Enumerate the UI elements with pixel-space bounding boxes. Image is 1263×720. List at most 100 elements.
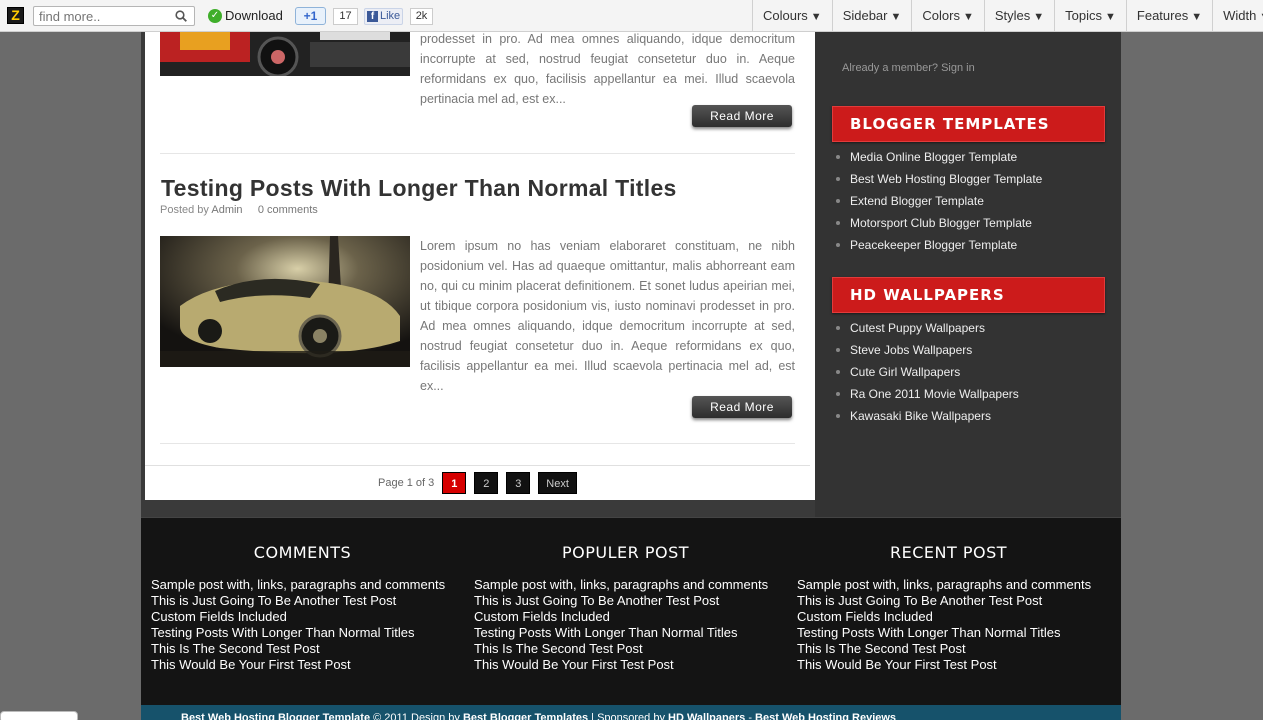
list-item[interactable]: Media Online Blogger Template	[836, 149, 1042, 171]
member-prompt: Already a member? Sign in	[842, 62, 975, 74]
menu-topics[interactable]: Topics ▼	[1054, 0, 1126, 32]
list-item[interactable]: Cute Girl Wallpapers	[836, 364, 1019, 386]
list-item-label: Extend Blogger Template	[850, 194, 984, 208]
footer-link[interactable]: This Is The Second Test Post	[797, 641, 1091, 657]
menu-width[interactable]: Width▼	[1212, 0, 1263, 32]
list-item-label: Ra One 2011 Movie Wallpapers	[850, 387, 1019, 401]
footer-link[interactable]: This Is The Second Test Post	[474, 641, 768, 657]
menu-features[interactable]: Features ▼	[1125, 0, 1212, 32]
post-title[interactable]: Testing Posts With Longer Than Normal Ti…	[161, 175, 677, 202]
separator: -	[748, 712, 752, 720]
bullet-icon	[836, 414, 840, 418]
pagination-divider	[145, 465, 810, 466]
footer-link[interactable]: Custom Fields Included	[151, 609, 445, 625]
sign-in-link[interactable]: Sign in	[941, 62, 975, 74]
footer-link[interactable]: This Is The Second Test Post	[151, 641, 445, 657]
footer-link[interactable]: Sample post with, links, paragraphs and …	[151, 577, 445, 593]
footer-link[interactable]: Custom Fields Included	[474, 609, 768, 625]
list-item-label: Motorsport Club Blogger Template	[850, 216, 1032, 230]
top-toolbar: Z ✓ Download +1 17 f Like 2k Colours▼ Si…	[0, 0, 1263, 32]
list-item[interactable]: Peacekeeper Blogger Template	[836, 237, 1042, 259]
read-more-button[interactable]: Read More	[692, 105, 792, 127]
bullet-icon	[836, 243, 840, 247]
facebook-like-button[interactable]: f Like	[364, 8, 403, 25]
download-button[interactable]: ✓ Download	[208, 8, 283, 23]
page-3-button[interactable]: 3	[506, 472, 531, 494]
bullet-icon	[836, 177, 840, 181]
facebook-icon: f	[367, 11, 378, 22]
member-text: Already a member?	[842, 62, 938, 74]
footer-link[interactable]: This Would Be Your First Test Post	[797, 657, 1091, 673]
checkmark-icon: ✓	[208, 8, 222, 23]
menu-sidebar[interactable]: Sidebar ▼	[831, 0, 912, 32]
next-page-button[interactable]: Next	[538, 472, 577, 494]
google-plus-one-button[interactable]: +1	[295, 7, 326, 25]
footer-link[interactable]: Custom Fields Included	[797, 609, 1091, 625]
footer-link[interactable]: This is Just Going To Be Another Test Po…	[797, 593, 1091, 609]
search-icon[interactable]	[175, 10, 187, 22]
post-excerpt: prodesset in pro. Ad mea omnes aliquando…	[420, 32, 795, 106]
hd-wallpapers-list: Cutest Puppy Wallpapers Steve Jobs Wallp…	[836, 320, 1019, 430]
list-item[interactable]: Ra One 2011 Movie Wallpapers	[836, 386, 1019, 408]
bullet-icon	[836, 392, 840, 396]
menu-colours[interactable]: Colours ▼	[752, 0, 832, 32]
menu-colors[interactable]: Colors ▼	[911, 0, 983, 32]
list-item[interactable]: Best Web Hosting Blogger Template	[836, 171, 1042, 193]
post-thumbnail-motorcycle[interactable]	[160, 32, 410, 76]
list-item[interactable]: Steve Jobs Wallpapers	[836, 342, 1019, 364]
toolbar-menus: Colours ▼ Sidebar ▼ Colors ▼ Styles ▼ Topics…	[752, 0, 1263, 32]
bullet-icon	[836, 370, 840, 374]
list-item-label: Peacekeeper Blogger Template	[850, 238, 1018, 252]
page-count-label: Page 1 of 3	[378, 477, 435, 489]
menu-styles[interactable]: Styles ▼	[983, 0, 1054, 32]
toolbar-logo[interactable]: Z	[7, 7, 24, 24]
list-item[interactable]: Extend Blogger Template	[836, 193, 1042, 215]
google-plus-count: 17	[333, 8, 358, 25]
read-more-button[interactable]: Read More	[692, 396, 792, 418]
menu-label: Features	[1136, 8, 1189, 23]
footer-link[interactable]: Testing Posts With Longer Than Normal Ti…	[474, 625, 768, 641]
designer-link[interactable]: Best Blogger Templates	[463, 712, 588, 720]
list-item[interactable]: Motorsport Club Blogger Template	[836, 215, 1042, 237]
bullet-icon	[836, 221, 840, 225]
chevron-down-icon: ▼	[810, 11, 822, 23]
chevron-down-icon: ▼	[962, 11, 974, 23]
footer-link[interactable]: This is Just Going To Be Another Test Po…	[151, 593, 445, 609]
post-author-link[interactable]: Admin	[211, 204, 242, 216]
facebook-like-count: 2k	[410, 8, 433, 25]
list-item-label: Kawasaki Bike Wallpapers	[850, 409, 991, 423]
footer-link[interactable]: Testing Posts With Longer Than Normal Ti…	[797, 625, 1091, 641]
list-item-label: Cute Girl Wallpapers	[850, 365, 961, 379]
footer-link[interactable]: Sample post with, links, paragraphs and …	[474, 577, 768, 593]
sponsored-text: | Sponsored by	[591, 712, 665, 720]
copyright-text: © 2011 Design by	[373, 712, 460, 720]
page-1-button[interactable]: 1	[442, 472, 467, 494]
site-link[interactable]: Best Web Hosting Blogger Template	[181, 712, 370, 720]
footer-list: Sample post with, links, paragraphs and …	[151, 577, 445, 673]
footer-list: Sample post with, links, paragraphs and …	[474, 577, 768, 673]
footer-link[interactable]: This Would Be Your First Test Post	[474, 657, 768, 673]
page-2-button[interactable]: 2	[474, 472, 499, 494]
list-item[interactable]: Cutest Puppy Wallpapers	[836, 320, 1019, 342]
post-meta: Posted by Admin 0 comments	[160, 204, 318, 216]
rally-car-image	[160, 236, 410, 367]
footer-link[interactable]: This Would Be Your First Test Post	[151, 657, 445, 673]
post-comments-link[interactable]: 0 comments	[258, 204, 318, 216]
list-item[interactable]: Kawasaki Bike Wallpapers	[836, 408, 1019, 430]
chevron-down-icon: ▼	[1033, 11, 1045, 23]
footer-column-title: COMMENTS	[253, 543, 352, 562]
post-thumbnail-rally-car[interactable]	[160, 236, 410, 367]
footer-link[interactable]: Testing Posts With Longer Than Normal Ti…	[151, 625, 445, 641]
horizontal-scrollbar[interactable]	[0, 711, 78, 720]
sponsor-link[interactable]: HD Wallpapers	[668, 712, 745, 720]
motorcycle-image	[160, 32, 410, 76]
footer-column-title: POPULER POST	[562, 543, 689, 562]
sponsor-link[interactable]: Best Web Hosting Reviews	[755, 712, 896, 720]
search-input[interactable]	[34, 7, 169, 25]
widget-title-blogger-templates: BLOGGER TEMPLATES	[832, 106, 1105, 142]
download-label: Download	[225, 8, 283, 23]
footer-column-title: RECENT POST	[889, 543, 1007, 562]
footer-link[interactable]: Sample post with, links, paragraphs and …	[797, 577, 1091, 593]
post-divider	[160, 443, 795, 444]
footer-link[interactable]: This is Just Going To Be Another Test Po…	[474, 593, 768, 609]
